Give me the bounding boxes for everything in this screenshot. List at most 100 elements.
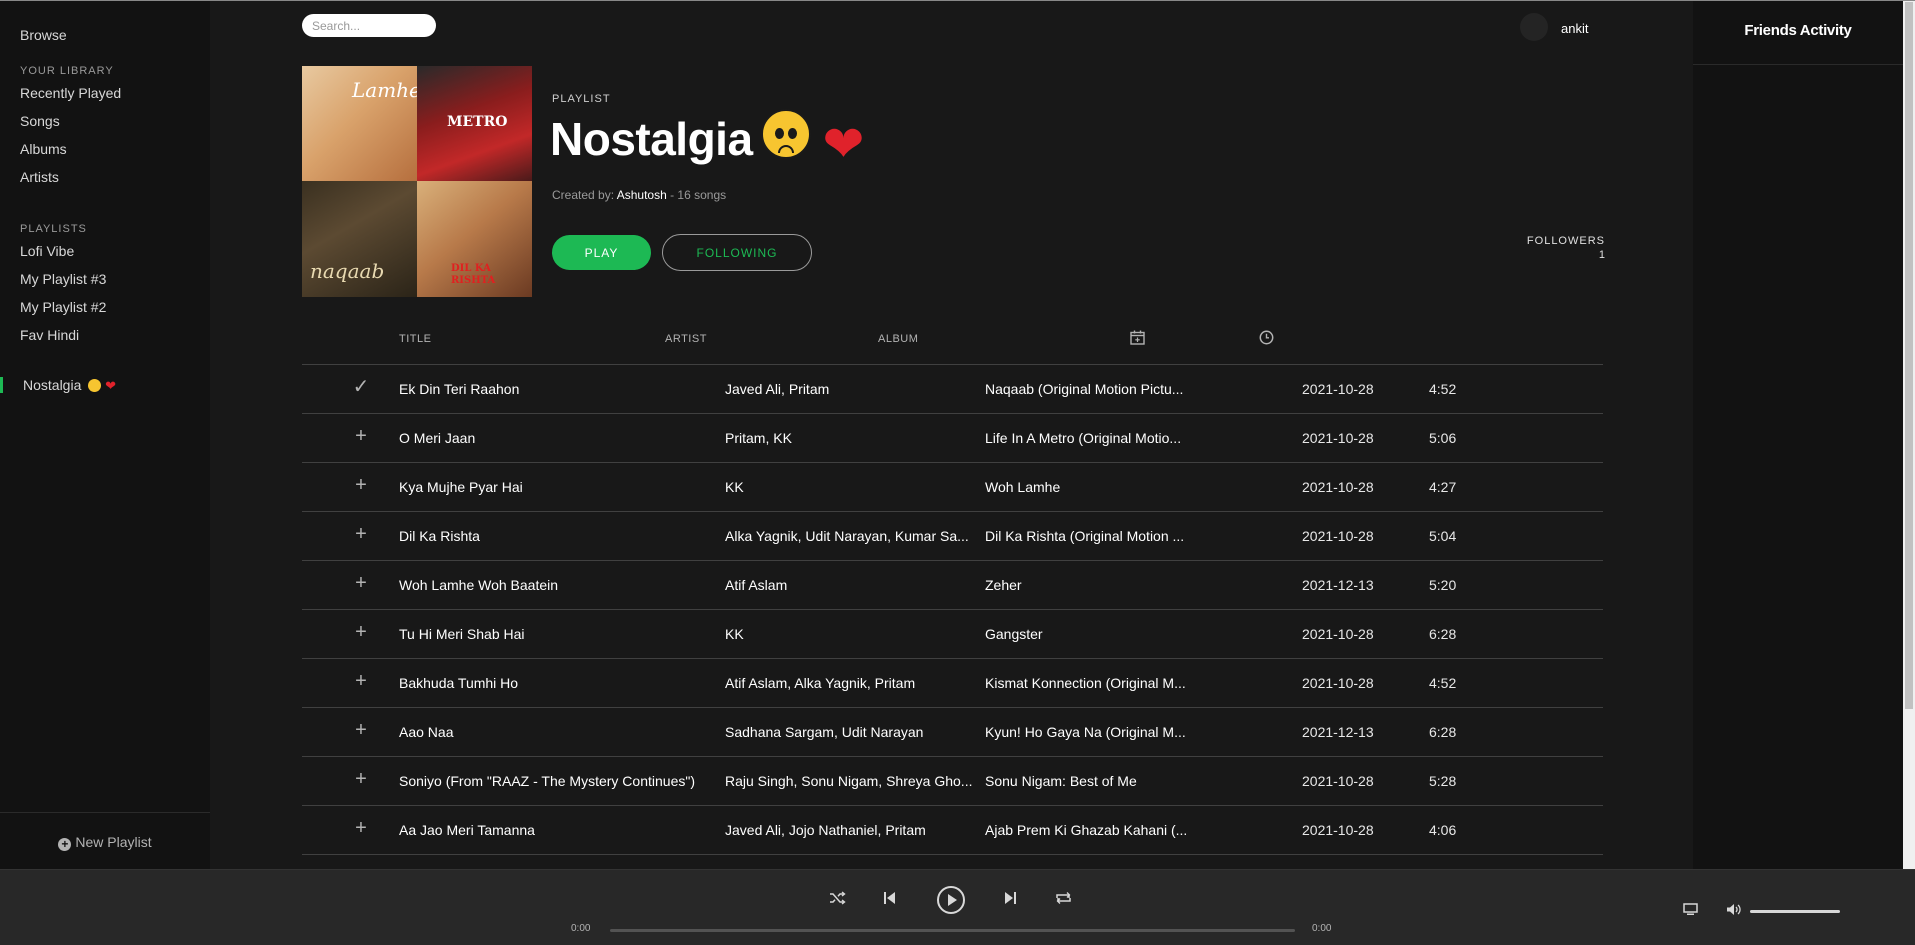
sidebar-playlist-nostalgia-label: Nostalgia bbox=[23, 377, 82, 393]
next-track-icon[interactable] bbox=[1004, 891, 1017, 910]
column-artist[interactable]: ARTIST bbox=[665, 333, 707, 345]
plus-icon[interactable]: + bbox=[352, 426, 370, 446]
page-title: Nostalgia ❤ bbox=[550, 109, 864, 169]
playlists-heading: PLAYLISTS bbox=[20, 223, 87, 235]
volume-slider[interactable] bbox=[1750, 910, 1840, 913]
track-artist[interactable]: Javed Ali, Pritam bbox=[725, 381, 975, 397]
plus-icon[interactable]: + bbox=[352, 524, 370, 544]
track-artist[interactable]: Atif Aslam, Alka Yagnik, Pritam bbox=[725, 675, 975, 691]
heart-icon: ❤ bbox=[105, 378, 117, 393]
plus-icon[interactable]: + bbox=[352, 475, 370, 495]
track-title[interactable]: Aa Jao Meri Tamanna bbox=[399, 822, 719, 838]
previous-track-icon[interactable] bbox=[883, 891, 896, 910]
track-album[interactable]: Zeher bbox=[985, 577, 1225, 593]
track-duration: 4:06 bbox=[1429, 822, 1457, 838]
table-row[interactable]: + Aa Jao Meri Tamanna Javed Ali, Jojo Nath… bbox=[302, 806, 1603, 855]
repeat-icon[interactable] bbox=[1055, 891, 1072, 910]
sidebar-item-albums[interactable]: Albums bbox=[20, 141, 67, 157]
track-title[interactable]: O Meri Jaan bbox=[399, 430, 719, 446]
track-title[interactable]: Tu Hi Meri Shab Hai bbox=[399, 626, 719, 642]
sidebar-item-browse[interactable]: Browse bbox=[20, 27, 67, 43]
track-album[interactable]: Ajab Prem Ki Ghazab Kahani (... bbox=[985, 822, 1225, 838]
column-title[interactable]: TITLE bbox=[399, 333, 431, 345]
track-title[interactable]: Aao Naa bbox=[399, 724, 719, 740]
track-artist[interactable]: Sadhana Sargam, Udit Narayan bbox=[725, 724, 975, 740]
cover-text-3: naqaab bbox=[310, 259, 385, 283]
sidebar-playlist-my-playlist-2[interactable]: My Playlist #2 bbox=[20, 299, 106, 315]
cover-text-1: Lamhe bbox=[352, 78, 417, 102]
track-album[interactable]: Woh Lamhe bbox=[985, 479, 1225, 495]
progress-bar[interactable] bbox=[610, 929, 1295, 932]
new-playlist-label: New Playlist bbox=[75, 834, 152, 850]
cover-text-2: METRO bbox=[447, 114, 508, 130]
sidebar-playlist-nostalgia[interactable]: Nostalgia ❤ bbox=[23, 377, 116, 394]
plus-icon[interactable]: + bbox=[352, 769, 370, 789]
track-artist[interactable]: Atif Aslam bbox=[725, 577, 975, 593]
track-artist[interactable]: KK bbox=[725, 479, 975, 495]
devices-icon[interactable] bbox=[1683, 903, 1698, 921]
track-title[interactable]: Ek Din Teri Raahon bbox=[399, 381, 719, 397]
table-row[interactable]: + Soniyo (From "RAAZ - The Mystery Contin… bbox=[302, 757, 1603, 806]
track-duration: 4:52 bbox=[1429, 675, 1457, 691]
track-title[interactable]: Woh Lamhe Woh Baatein bbox=[399, 577, 719, 593]
clock-icon[interactable] bbox=[1259, 330, 1274, 348]
track-duration: 4:52 bbox=[1429, 381, 1457, 397]
search-input[interactable] bbox=[302, 14, 436, 37]
track-artist[interactable]: KK bbox=[725, 626, 975, 642]
plus-icon[interactable]: + bbox=[352, 622, 370, 642]
track-artist[interactable]: Pritam, KK bbox=[725, 430, 975, 446]
plus-icon[interactable]: + bbox=[352, 671, 370, 691]
creator-name[interactable]: Ashutosh bbox=[617, 188, 667, 202]
track-duration: 4:27 bbox=[1429, 479, 1457, 495]
play-button[interactable]: PLAY bbox=[552, 235, 651, 270]
track-album[interactable]: Life In A Metro (Original Motio... bbox=[985, 430, 1225, 446]
track-album[interactable]: Sonu Nigam: Best of Me bbox=[985, 773, 1225, 789]
sidebar-playlist-lofi-vibe[interactable]: Lofi Vibe bbox=[20, 243, 74, 259]
track-title[interactable]: Kya Mujhe Pyar Hai bbox=[399, 479, 719, 495]
table-row[interactable]: + Woh Lamhe Woh Baatein Atif Aslam Zeher 202… bbox=[302, 561, 1603, 610]
username[interactable]: ankit bbox=[1561, 21, 1588, 36]
plus-icon[interactable]: + bbox=[352, 720, 370, 740]
sidebar-divider bbox=[0, 812, 210, 813]
table-row[interactable]: + Kya Mujhe Pyar Hai KK Woh Lamhe 2021-10-28… bbox=[302, 463, 1603, 512]
track-album[interactable]: Naqaab (Original Motion Pictu... bbox=[985, 381, 1225, 397]
sidebar-item-songs[interactable]: Songs bbox=[20, 113, 60, 129]
track-album[interactable]: Kyun! Ho Gaya Na (Original M... bbox=[985, 724, 1225, 740]
track-title[interactable]: Soniyo (From "RAAZ - The Mystery Continu… bbox=[399, 773, 719, 789]
sidebar-playlist-fav-hindi[interactable]: Fav Hindi bbox=[20, 327, 79, 343]
table-row[interactable]: + Bakhuda Tumhi Ho Atif Aslam, Alka Yagnik… bbox=[302, 659, 1603, 708]
sidebar-item-artists[interactable]: Artists bbox=[20, 169, 59, 185]
table-row[interactable]: + Tu Hi Meri Shab Hai KK Gangster 2021-10-28… bbox=[302, 610, 1603, 659]
volume-icon[interactable] bbox=[1726, 903, 1742, 921]
checkmark-icon[interactable]: ✓ bbox=[352, 377, 370, 397]
column-album[interactable]: ALBUM bbox=[878, 333, 918, 345]
play-pause-button[interactable] bbox=[937, 886, 965, 914]
table-row[interactable]: ✓ Ek Din Teri Raahon Javed Ali, Pritam Naqa… bbox=[302, 365, 1603, 414]
track-duration: 5:04 bbox=[1429, 528, 1457, 544]
calendar-icon[interactable] bbox=[1130, 330, 1145, 348]
sidebar-item-recently-played[interactable]: Recently Played bbox=[20, 85, 121, 101]
track-album[interactable]: Kismat Konnection (Original M... bbox=[985, 675, 1225, 691]
track-album[interactable]: Dil Ka Rishta (Original Motion ... bbox=[985, 528, 1225, 544]
track-artist[interactable]: Alka Yagnik, Udit Narayan, Kumar Sa... bbox=[725, 528, 975, 544]
track-title[interactable]: Bakhuda Tumhi Ho bbox=[399, 675, 719, 691]
cover-tile-4: DIL KA RISHTA bbox=[417, 181, 532, 297]
scrollbar-thumb[interactable] bbox=[1905, 2, 1913, 709]
track-artist[interactable]: Javed Ali, Jojo Nathaniel, Pritam bbox=[725, 822, 975, 838]
track-artist[interactable]: Raju Singh, Sonu Nigam, Shreya Gho... bbox=[725, 773, 975, 789]
table-header: TITLE ARTIST ALBUM bbox=[302, 321, 1603, 365]
table-row[interactable]: + Dil Ka Rishta Alka Yagnik, Udit Narayan,… bbox=[302, 512, 1603, 561]
following-button[interactable]: FOLLOWING bbox=[662, 234, 812, 271]
avatar[interactable] bbox=[1520, 13, 1548, 41]
plus-icon[interactable]: + bbox=[352, 818, 370, 838]
new-playlist-button[interactable]: + New Playlist bbox=[0, 834, 210, 851]
sidebar-playlist-my-playlist-3[interactable]: My Playlist #3 bbox=[20, 271, 106, 287]
shuffle-icon[interactable] bbox=[829, 891, 846, 910]
table-row[interactable]: + Aao Naa Sadhana Sargam, Udit Narayan Kyun… bbox=[302, 708, 1603, 757]
track-album[interactable]: Gangster bbox=[985, 626, 1225, 642]
track-title[interactable]: Dil Ka Rishta bbox=[399, 528, 719, 544]
plus-icon[interactable]: + bbox=[352, 573, 370, 593]
table-row[interactable]: + O Meri Jaan Pritam, KK Life In A Metro (O… bbox=[302, 414, 1603, 463]
plus-circle-icon: + bbox=[58, 838, 72, 851]
followers-count: 1 bbox=[1598, 249, 1605, 261]
